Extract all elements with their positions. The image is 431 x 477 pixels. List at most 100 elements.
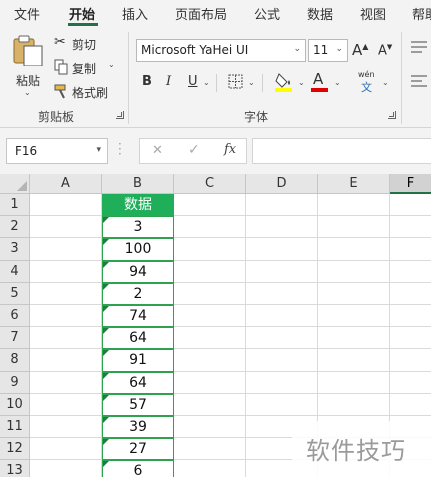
enter-icon[interactable]: ✓: [188, 142, 200, 158]
row-header-12[interactable]: 12: [0, 438, 30, 461]
row-header-13[interactable]: 13: [0, 460, 30, 477]
tab-formulas[interactable]: 公式: [254, 4, 280, 23]
cell-b11[interactable]: 39: [102, 416, 174, 439]
row-header-10[interactable]: 10: [0, 393, 30, 416]
error-indicator-icon: [103, 328, 109, 335]
align-top-icon[interactable]: [410, 40, 428, 54]
column-header-c[interactable]: C: [174, 174, 246, 194]
formula-input[interactable]: [252, 138, 431, 164]
font-name-value: Microsoft YaHei UI: [141, 43, 249, 57]
chevron-down-icon[interactable]: ⌄: [298, 78, 305, 87]
cell-value: 3: [133, 219, 143, 236]
cell-value: 91: [129, 352, 147, 369]
watermark-text: 软件技巧: [306, 437, 406, 465]
select-all-corner[interactable]: [0, 174, 30, 194]
phonetic-guide-button[interactable]: wén 文: [356, 70, 380, 94]
drag-handle-icon[interactable]: · · ·: [118, 138, 122, 160]
font-group-label: 字体: [244, 110, 269, 124]
row-gridline: [30, 215, 431, 217]
cell-b9[interactable]: 64: [102, 371, 174, 394]
font-size-dropdown[interactable]: 11 ⌄: [308, 39, 348, 62]
cell-value: 64: [129, 374, 147, 391]
cell-b8[interactable]: 91: [102, 349, 174, 372]
cell-value: 39: [129, 419, 147, 435]
format-painter-button[interactable]: 格式刷: [54, 82, 116, 100]
cut-label: 剪切: [72, 38, 97, 52]
cell-b13[interactable]: 6: [102, 460, 174, 477]
row-header-6[interactable]: 6: [0, 305, 30, 328]
cut-button[interactable]: ✂ 剪切: [54, 34, 114, 52]
tab-page-layout[interactable]: 页面布局: [175, 4, 227, 23]
chevron-down-icon[interactable]: ⌄: [334, 78, 341, 87]
cell-b7[interactable]: 64: [102, 327, 174, 350]
row-header-11[interactable]: 11: [0, 416, 30, 439]
row-gridline: [30, 304, 431, 305]
cell-value: 2: [133, 285, 143, 302]
tab-file[interactable]: 文件: [14, 4, 40, 23]
cell-b2[interactable]: 3: [102, 216, 174, 239]
shrink-font-button[interactable]: A▼: [378, 43, 392, 58]
row-header-9[interactable]: 9: [0, 371, 30, 394]
cell-b5[interactable]: 2: [102, 282, 174, 305]
chevron-down-icon[interactable]: ⌄: [382, 78, 389, 87]
shrink-font-letter: A: [378, 43, 387, 59]
copy-button[interactable]: 复制 ⌄: [54, 58, 120, 76]
italic-button[interactable]: I: [166, 74, 171, 89]
cell-b12[interactable]: 27: [102, 438, 174, 461]
chevron-down-icon: ⌄: [335, 44, 343, 54]
worksheet-grid[interactable]: A B C D E F 1 2 3 4 5 6 7 8 9 10 11 12 13 数据 3 100 94 2 7…: [0, 174, 431, 477]
column-header-d[interactable]: D: [246, 174, 318, 194]
font-launcher-icon[interactable]: [388, 111, 396, 119]
cell-b10[interactable]: 57: [102, 393, 174, 416]
chevron-down-icon: ▾: [96, 145, 101, 155]
error-indicator-icon: [103, 461, 109, 468]
row-header-8[interactable]: 8: [0, 349, 30, 372]
clipboard-launcher-icon[interactable]: [116, 111, 124, 119]
cancel-icon[interactable]: ✕: [152, 143, 163, 158]
row-gridline: [30, 370, 431, 372]
tab-home[interactable]: 开始: [69, 4, 95, 23]
error-indicator-icon: [103, 439, 109, 446]
column-header-f[interactable]: F: [390, 174, 431, 194]
fill-color-icon[interactable]: [274, 70, 294, 92]
name-box[interactable]: F16 ▾: [6, 138, 108, 164]
chevron-down-icon[interactable]: ⌄: [108, 60, 115, 69]
column-header-e[interactable]: E: [318, 174, 390, 194]
divider: [216, 74, 217, 92]
cell-b4[interactable]: 94: [102, 260, 174, 283]
column-header-a[interactable]: A: [30, 174, 102, 194]
cell-b6[interactable]: 74: [102, 305, 174, 328]
row-gridline: [30, 326, 431, 328]
row-header-4[interactable]: 4: [0, 260, 30, 283]
cell-b3[interactable]: 100: [102, 238, 174, 261]
tab-insert[interactable]: 插入: [122, 4, 148, 23]
tab-data[interactable]: 数据: [307, 4, 333, 23]
underline-button[interactable]: U: [188, 74, 198, 89]
copy-icon: [54, 59, 68, 75]
row-header-5[interactable]: 5: [0, 282, 30, 305]
row-header-2[interactable]: 2: [0, 216, 30, 239]
cell-value: 数据: [124, 197, 152, 213]
paste-label: 粘贴: [16, 74, 41, 88]
tab-view[interactable]: 视图: [360, 4, 386, 23]
insert-function-icon[interactable]: fx: [224, 142, 236, 157]
row-gridline: [30, 415, 431, 416]
font-color-button[interactable]: A: [310, 70, 330, 92]
error-indicator-icon: [103, 283, 109, 290]
bold-button[interactable]: B: [142, 74, 152, 89]
cell-b1-header[interactable]: 数据: [102, 194, 174, 217]
row-header-3[interactable]: 3: [0, 238, 30, 261]
error-indicator-icon: [103, 417, 109, 423]
chevron-down-icon[interactable]: ⌄: [248, 78, 255, 87]
font-size-value: 11: [313, 43, 329, 57]
chevron-down-icon[interactable]: ⌄: [203, 78, 210, 87]
align-left-icon[interactable]: [410, 74, 428, 88]
borders-icon[interactable]: [228, 74, 244, 90]
paste-button[interactable]: 粘贴 ⌄: [8, 32, 48, 97]
tab-help[interactable]: 帮助: [412, 4, 431, 23]
font-name-dropdown[interactable]: Microsoft YaHei UI ⌄: [136, 39, 306, 62]
row-header-1[interactable]: 1: [0, 194, 30, 217]
grow-font-button[interactable]: A▲: [352, 41, 368, 59]
column-header-b[interactable]: B: [102, 174, 174, 194]
row-header-7[interactable]: 7: [0, 327, 30, 350]
